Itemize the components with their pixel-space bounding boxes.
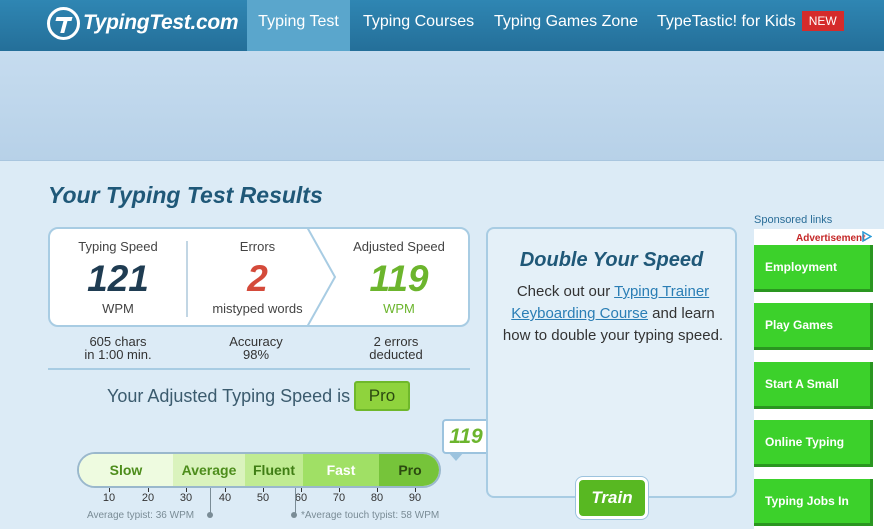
adjusted-speed-label: Adjusted Speed — [353, 239, 445, 254]
sponsored-links-label: Sponsored links — [754, 214, 833, 226]
accuracy-value: 98% — [242, 347, 270, 362]
scale-tick-label: 60 — [294, 492, 308, 504]
ad-choices-icon[interactable] — [861, 231, 872, 242]
nav-item-typing-courses[interactable]: Typing Courses — [363, 0, 474, 51]
double-speed-box: Double Your Speed Check out our Typing T… — [486, 227, 737, 498]
sponsored-link-play-games[interactable]: Play Games — [754, 303, 873, 350]
speed-scale: Slow Average Fluent Fast Pro — [77, 452, 441, 488]
double-speed-text: Check out our Typing Trainer Keyboarding… — [502, 281, 724, 347]
nav-item-typetastic[interactable]: TypeTastic! for Kids NEW — [657, 0, 844, 51]
chars-detail: 605 chars in 1:00 min. — [58, 335, 178, 361]
average-typist-marker — [210, 488, 211, 514]
logo-text: TypingTest.com — [83, 11, 239, 34]
typing-speed-label: Typing Speed — [78, 239, 158, 254]
sponsored-link-typing-jobs[interactable]: Typing Jobs In — [754, 479, 873, 526]
chars-time: in 1:00 min. — [84, 347, 152, 362]
scale-segment-slow: Slow — [79, 454, 173, 486]
scale-tick-label: 30 — [179, 492, 193, 504]
ad-banner — [0, 51, 884, 161]
accuracy-detail: Accuracy 98% — [196, 335, 316, 361]
results-stats-box: Typing Speed 121 WPM Errors 2 mistyped w… — [48, 227, 470, 327]
top-navigation: TypingTest.com Typing Test Typing Course… — [0, 0, 884, 51]
new-badge: NEW — [801, 11, 844, 31]
scale-tick-label: 90 — [408, 492, 422, 504]
scale-tick-label: 20 — [141, 492, 155, 504]
scale-segment-fast: Fast — [303, 454, 379, 486]
train-button[interactable]: Train — [576, 477, 648, 519]
adjusted-speed-unit: WPM — [383, 301, 415, 316]
typing-speed-stat: Typing Speed 121 WPM — [50, 229, 186, 316]
average-typist-text: Average typist: 36 WPM — [87, 510, 195, 521]
average-touch-typist-marker — [295, 488, 296, 514]
separator-line — [48, 368, 470, 370]
adjusted-speed-stat: Adjusted Speed 119 WPM — [330, 229, 468, 316]
average-touch-typist-text: *Average touch typist: 58 WPM — [301, 510, 440, 521]
double-speed-title: Double Your Speed — [519, 249, 704, 271]
scale-tick-label: 10 — [102, 492, 116, 504]
sponsored-link-start-a-small[interactable]: Start A Small — [754, 362, 873, 409]
scale-tick-label: 50 — [256, 492, 270, 504]
errors-deducted-label: deducted — [369, 347, 423, 362]
stat-divider — [186, 241, 188, 317]
level-badge: Pro — [354, 381, 410, 411]
sponsored-link-online-typing[interactable]: Online Typing — [754, 420, 873, 467]
sponsored-ad-box: Advertisement Employment Play Games Star… — [754, 229, 884, 529]
advertisement-label: Advertisement — [796, 233, 866, 244]
scale-segment-fluent: Fluent — [245, 454, 303, 486]
bubble-pointer — [448, 452, 464, 461]
scale-tick-label: 80 — [370, 492, 384, 504]
page-title: Your Typing Test Results — [48, 182, 323, 208]
logo[interactable]: TypingTest.com — [47, 6, 239, 40]
adjusted-speed-statement: Your Adjusted Typing Speed is — [107, 386, 351, 406]
typing-speed-value: 121 — [87, 258, 149, 299]
nav-item-typetastic-label: TypeTastic! for Kids — [657, 13, 796, 30]
average-touch-typist-dot — [291, 512, 297, 518]
scale-segment-average: Average — [173, 454, 245, 486]
logo-icon — [47, 6, 80, 40]
scale-segment-pro: Pro — [379, 454, 439, 486]
sponsored-link-employment[interactable]: Employment — [754, 245, 873, 292]
double-speed-text-before: Check out our — [516, 283, 615, 300]
average-typist-dot — [207, 512, 213, 518]
nav-item-typing-test[interactable]: Typing Test — [247, 0, 350, 51]
nav-item-typing-games-zone[interactable]: Typing Games Zone — [494, 0, 638, 51]
scale-ticks: 10 20 30 40 50 60 70 80 90 — [77, 488, 441, 508]
scale-tick-label: 70 — [332, 492, 346, 504]
errors-deducted-detail: 2 errors deducted — [336, 335, 456, 361]
scale-tick-label: 40 — [218, 492, 232, 504]
current-wpm-bubble: 119 — [442, 419, 490, 454]
adjusted-speed-value: 119 — [369, 258, 429, 299]
typing-speed-unit: WPM — [102, 301, 134, 316]
